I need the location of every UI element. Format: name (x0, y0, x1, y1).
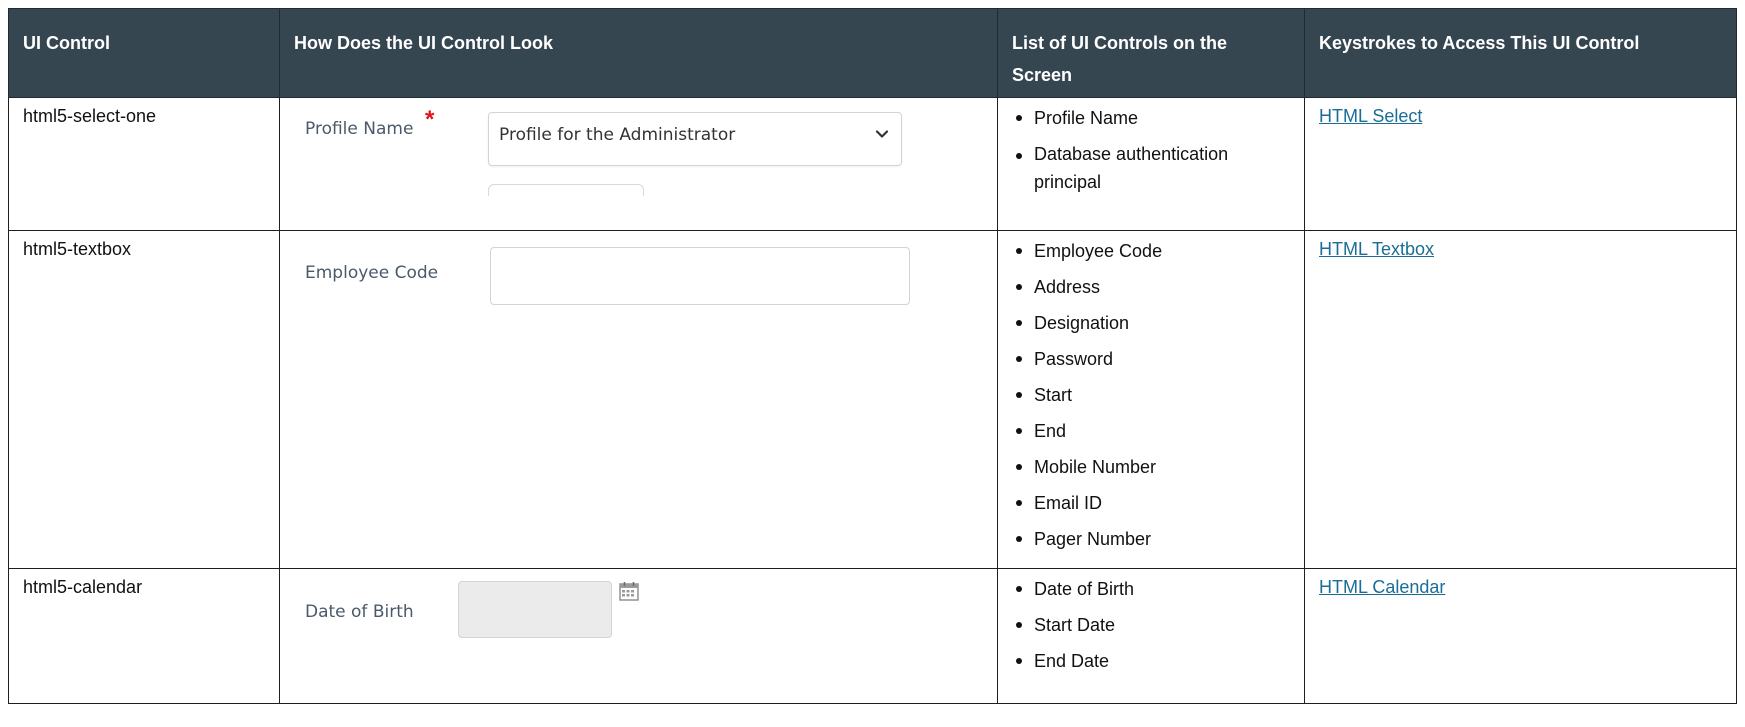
header-row: UI Control How Does the UI Control Look … (8, 8, 1737, 98)
list-item: Employee Code (1008, 233, 1294, 269)
ui-controls-table: UI Control How Does the UI Control Look … (8, 8, 1737, 704)
control-name: html5-select-one (23, 106, 157, 126)
control-name-cell: html5-calendar (8, 568, 280, 704)
employee-code-input[interactable] (490, 247, 910, 305)
list-item: Address (1008, 269, 1294, 305)
control-name-cell: html5-textbox (8, 230, 280, 569)
list-item: Password (1008, 341, 1294, 377)
list-item: Start Date (1008, 607, 1294, 643)
keystrokes-cell: HTML Select (1304, 97, 1737, 231)
profile-name-label: Profile Name (305, 119, 414, 139)
calendar-icon[interactable] (618, 580, 640, 602)
date-of-birth-input[interactable] (458, 581, 612, 638)
chevron-down-icon (875, 130, 889, 138)
control-preview-cell: Date of Birth (279, 568, 998, 704)
controls-list: Employee Code Address Designation Passwo… (1008, 233, 1294, 557)
controls-list: Date of Birth Start Date End Date (1008, 571, 1294, 679)
required-asterisk: * (425, 106, 435, 133)
list-item: Profile Name (1008, 100, 1294, 136)
list-item: End (1008, 413, 1294, 449)
list-item: Start (1008, 377, 1294, 413)
controls-list-cell: Date of Birth Start Date End Date (997, 568, 1305, 704)
control-preview-cell: Employee Code (279, 230, 998, 569)
table-row: html5-textbox Employee Code Employee Cod… (8, 230, 1737, 569)
controls-list: Profile Name Database authentication pri… (1008, 100, 1294, 196)
list-item: Mobile Number (1008, 449, 1294, 485)
control-name-cell: html5-select-one (8, 97, 280, 231)
keystrokes-cell: HTML Textbox (1304, 230, 1737, 569)
next-select-edge (488, 184, 644, 196)
control-name: html5-calendar (23, 577, 143, 597)
controls-list-cell: Profile Name Database authentication pri… (997, 97, 1305, 231)
list-item: Pager Number (1008, 521, 1294, 557)
keystrokes-cell: HTML Calendar (1304, 568, 1737, 704)
header-keystrokes: Keystrokes to Access This UI Control (1304, 8, 1737, 98)
header-controls-list: List of UI Controls on the Screen (997, 8, 1305, 98)
table-row: html5-calendar Date of Birth Date of Bir… (8, 568, 1737, 704)
profile-name-select[interactable]: Profile for the Administrator (488, 112, 902, 166)
html-select-link[interactable]: HTML Select (1319, 106, 1422, 126)
list-item: Date of Birth (1008, 571, 1294, 607)
employee-code-label: Employee Code (305, 263, 439, 283)
table-row: html5-select-one Profile Name * Profile … (8, 97, 1737, 231)
date-of-birth-label: Date of Birth (305, 602, 414, 622)
header-ui-control: UI Control (8, 8, 280, 98)
list-item: Designation (1008, 305, 1294, 341)
html-textbox-link[interactable]: HTML Textbox (1319, 239, 1434, 259)
list-item: Database authentication principal (1008, 136, 1294, 196)
list-item: End Date (1008, 643, 1294, 679)
controls-list-cell: Employee Code Address Designation Passwo… (997, 230, 1305, 569)
profile-name-select-value: Profile for the Administrator (499, 125, 736, 145)
list-item: Email ID (1008, 485, 1294, 521)
html-calendar-link[interactable]: HTML Calendar (1319, 577, 1445, 597)
header-how-it-looks: How Does the UI Control Look (279, 8, 998, 98)
control-name: html5-textbox (23, 239, 132, 259)
control-preview-cell: Profile Name * Profile for the Administr… (279, 97, 998, 231)
